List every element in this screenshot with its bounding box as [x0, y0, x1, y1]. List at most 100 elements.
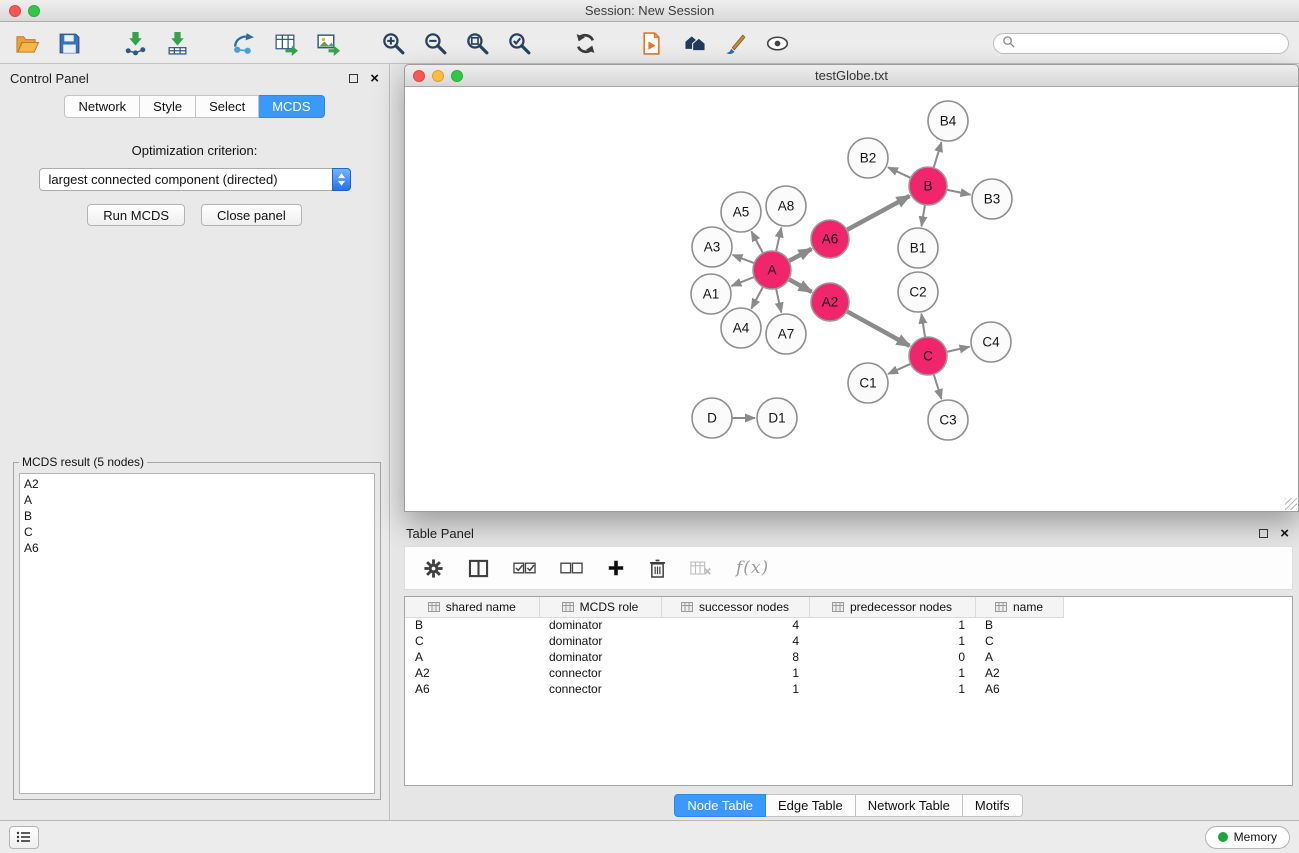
show-columns-button[interactable]	[468, 554, 489, 582]
column-header-mcds-role[interactable]: MCDS role	[539, 597, 661, 617]
task-history-button[interactable]	[9, 826, 39, 849]
tab-network[interactable]: Network	[64, 95, 140, 118]
edge-A-A5[interactable]	[751, 231, 763, 253]
network-node-A4[interactable]: A4	[721, 308, 761, 348]
network-node-C3[interactable]: C3	[928, 400, 968, 440]
result-item[interactable]: A6	[24, 540, 370, 556]
network-node-C1[interactable]: C1	[848, 363, 888, 403]
tab-node-table[interactable]: Node Table	[674, 794, 766, 817]
memory-button[interactable]: Memory	[1205, 826, 1290, 849]
import-network-from-file-button[interactable]	[118, 28, 152, 58]
column-header-name[interactable]: name	[975, 597, 1063, 617]
float-panel-icon[interactable]	[349, 74, 358, 83]
new-table-button[interactable]	[268, 28, 302, 58]
network-document-button[interactable]	[634, 28, 668, 58]
tab-motifs[interactable]: Motifs	[963, 794, 1023, 817]
table-close-icon[interactable]: ×	[1280, 526, 1289, 541]
tab-mcds[interactable]: MCDS	[259, 95, 324, 118]
table-row[interactable]: Bdominator41B	[405, 617, 1063, 633]
network-node-A2[interactable]: A2	[811, 283, 849, 321]
network-canvas-area[interactable]: B4B2BB3A8A5A6A3B1AC2A1A2A4A7C4CC1C3DD1	[405, 87, 1298, 511]
search-input[interactable]	[1020, 35, 1280, 51]
zoom-fit-button[interactable]	[460, 28, 494, 58]
result-item[interactable]: A	[24, 492, 370, 508]
delete-row-button[interactable]	[649, 554, 666, 582]
tab-edge-table[interactable]: Edge Table	[766, 794, 856, 817]
zoom-in-button[interactable]	[376, 28, 410, 58]
result-item[interactable]: B	[24, 508, 370, 524]
dropdown-stepper-icon[interactable]	[332, 168, 351, 191]
mcds-result-list[interactable]: A2ABCA6	[19, 473, 375, 794]
open-session-button[interactable]	[10, 28, 44, 58]
network-minimize-button[interactable]	[432, 70, 444, 82]
result-item[interactable]: A2	[24, 476, 370, 492]
network-node-B2[interactable]: B2	[848, 138, 888, 178]
edge-A-A8[interactable]	[776, 227, 781, 251]
export-image-button[interactable]	[310, 28, 344, 58]
edge-A-A1[interactable]	[731, 277, 754, 286]
edge-C-C1[interactable]	[888, 364, 911, 374]
optimization-dropdown[interactable]: largest connected component (directed)	[39, 168, 351, 191]
tab-network-table[interactable]: Network Table	[856, 794, 963, 817]
edge-A-A7[interactable]	[776, 289, 781, 313]
resize-handle[interactable]	[1285, 498, 1297, 510]
search-box[interactable]	[993, 33, 1289, 54]
column-header-predecessor-nodes[interactable]: predecessor nodes	[809, 597, 975, 617]
edge-B-B2[interactable]	[888, 167, 911, 178]
zoom-window-button[interactable]	[28, 5, 40, 17]
edge-A-A2[interactable]	[789, 279, 812, 292]
edge-A-A6[interactable]	[789, 249, 812, 261]
table-row[interactable]: A6connector11A6	[405, 681, 1063, 697]
network-node-A6[interactable]: A6	[811, 220, 849, 258]
zoom-selected-button[interactable]	[502, 28, 536, 58]
network-canvas[interactable]: B4B2BB3A8A5A6A3B1AC2A1A2A4A7C4CC1C3DD1	[405, 87, 1298, 511]
network-node-A7[interactable]: A7	[766, 314, 806, 354]
table-row[interactable]: A2connector11A2	[405, 665, 1063, 681]
network-node-A3[interactable]: A3	[692, 227, 732, 267]
edge-B-B1[interactable]	[922, 205, 925, 227]
edge-A2-C[interactable]	[847, 311, 910, 346]
network-node-B4[interactable]: B4	[928, 101, 968, 141]
network-node-D1[interactable]: D1	[757, 398, 797, 438]
network-zoom-button[interactable]	[451, 70, 463, 82]
table-row[interactable]: Cdominator41C	[405, 633, 1063, 649]
edge-B-B3[interactable]	[947, 190, 971, 195]
network-node-B[interactable]: B	[909, 167, 947, 205]
edge-C-C4[interactable]	[947, 347, 970, 352]
close-panel-button[interactable]: Close panel	[201, 204, 302, 226]
table-settings-button[interactable]	[423, 554, 444, 582]
edge-A-A4[interactable]	[751, 287, 763, 309]
network-node-A[interactable]: A	[753, 251, 791, 289]
column-header-shared-name[interactable]: shared name	[405, 597, 539, 617]
home-view-button[interactable]	[676, 28, 710, 58]
import-table-from-file-button[interactable]	[160, 28, 194, 58]
select-all-button[interactable]	[513, 554, 536, 582]
show-hide-button[interactable]	[760, 28, 794, 58]
close-panel-icon[interactable]: ×	[370, 71, 379, 86]
edge-B-B4[interactable]	[934, 142, 942, 168]
network-node-A5[interactable]: A5	[721, 192, 761, 232]
network-node-A1[interactable]: A1	[691, 274, 731, 314]
save-session-button[interactable]	[52, 28, 86, 58]
table-row[interactable]: Adominator80A	[405, 649, 1063, 665]
network-close-button[interactable]	[413, 70, 425, 82]
network-node-B3[interactable]: B3	[972, 179, 1012, 219]
network-window-titlebar[interactable]: testGlobe.txt	[405, 65, 1298, 87]
refresh-layout-button[interactable]	[568, 28, 602, 58]
tab-style[interactable]: Style	[140, 95, 196, 118]
run-mcds-button[interactable]: Run MCDS	[87, 204, 185, 226]
column-header-successor-nodes[interactable]: successor nodes	[661, 597, 809, 617]
network-node-A8[interactable]: A8	[766, 186, 806, 226]
network-node-C4[interactable]: C4	[971, 322, 1011, 362]
network-node-C[interactable]: C	[909, 337, 947, 375]
result-item[interactable]: C	[24, 524, 370, 540]
network-node-D[interactable]: D	[692, 398, 732, 438]
edge-A6-B[interactable]	[847, 196, 910, 230]
tab-select[interactable]: Select	[196, 95, 259, 118]
delete-table-button[interactable]	[690, 554, 712, 582]
edge-A-A3[interactable]	[733, 255, 755, 263]
network-node-B1[interactable]: B1	[898, 228, 938, 268]
function-builder-button[interactable]: f(x)	[736, 554, 769, 582]
add-row-button[interactable]	[607, 554, 625, 582]
deselect-all-button[interactable]	[560, 554, 583, 582]
